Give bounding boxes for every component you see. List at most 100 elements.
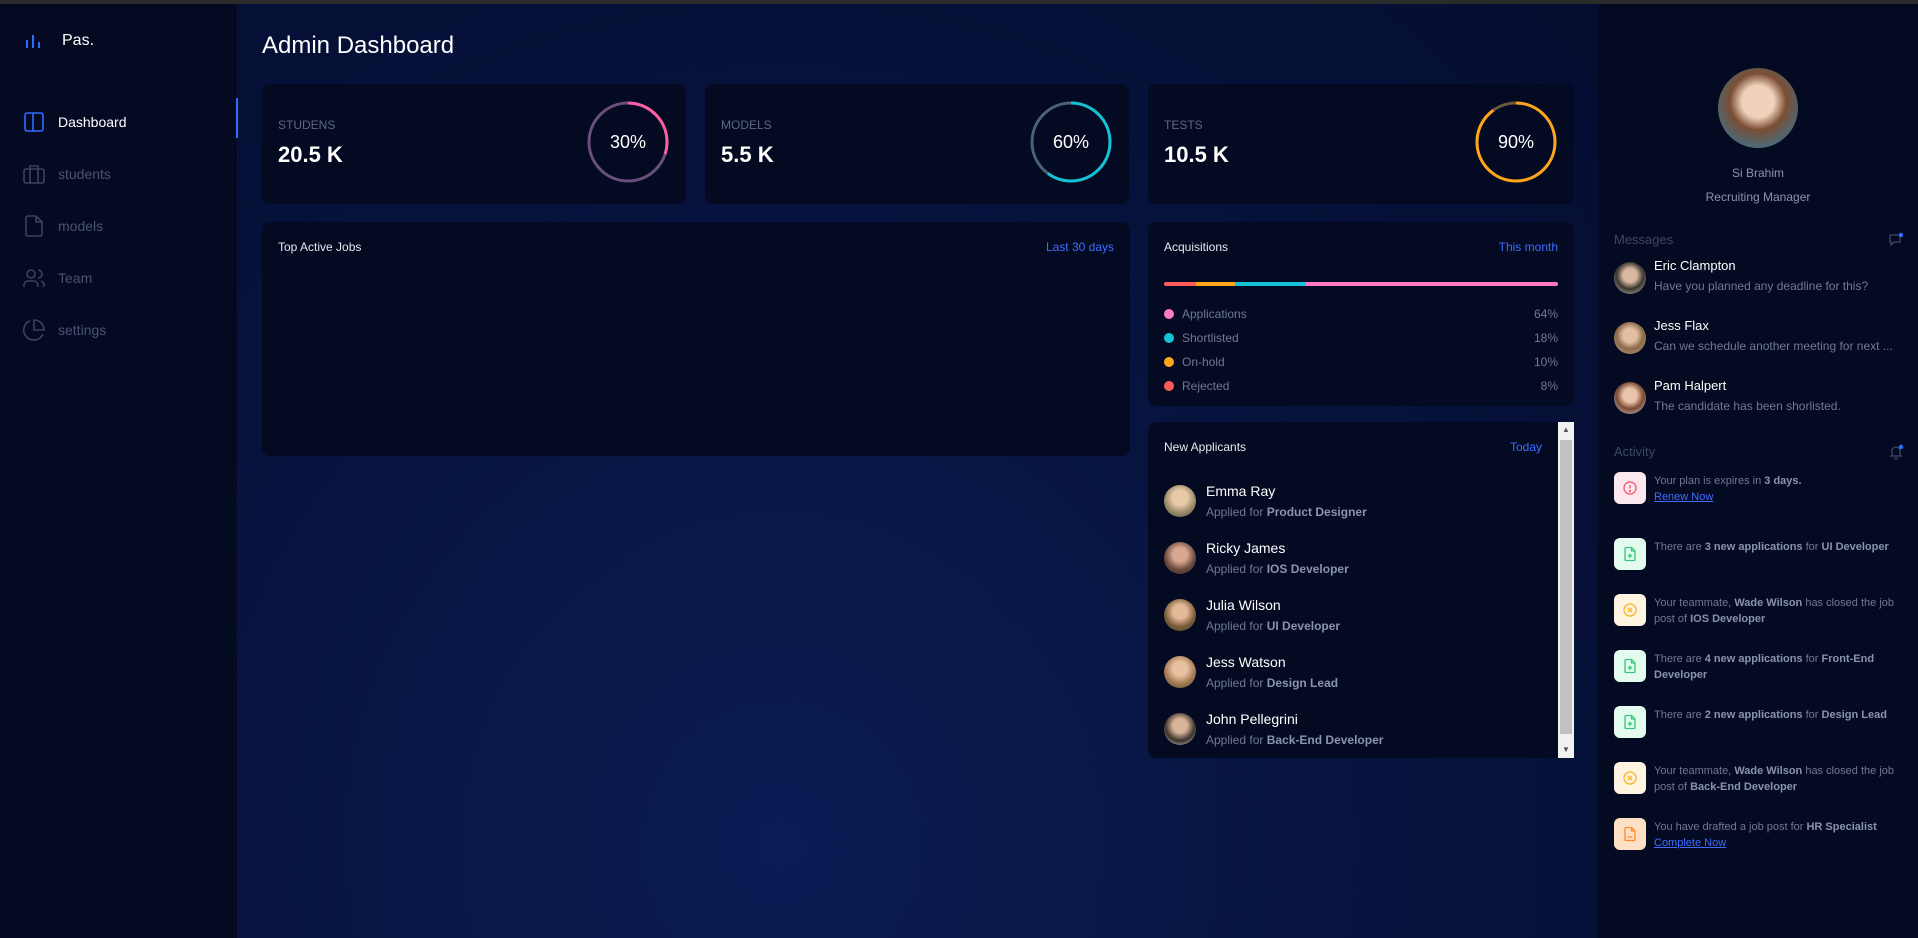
card-title: Acquisitions [1164,240,1229,254]
scroll-down-arrow-icon[interactable]: ▼ [1558,742,1574,758]
right-panel: Si Brahim Recruiting Manager Messages Er… [1598,4,1918,938]
close-circle-icon [1614,594,1646,626]
activity-text: There are 3 new applications for UI Deve… [1654,541,1889,553]
activity-text: There are 4 new applications for Front-E… [1654,653,1875,681]
users-icon [23,269,45,287]
avatar [1164,541,1196,574]
message-item[interactable]: Eric Clampton Have you planned any deadl… [1614,258,1904,294]
file-icon [25,215,43,237]
sidebar-item-settings[interactable]: settings [0,304,238,356]
legend-item: Applications 64% [1164,302,1558,326]
applicant-name: Emma Ray [1206,482,1276,499]
legend-item: On-hold 10% [1164,350,1558,374]
applicant-role: Applied for IOS Developer [1206,561,1349,576]
activity-text: Your teammate, Wade Wilson has closed th… [1654,597,1894,625]
sidebar-item-team[interactable]: Team [0,252,238,304]
list-item[interactable]: John Pellegrini Applied for Back-End Dev… [1164,700,1548,757]
legend-label: Rejected [1182,379,1230,393]
sidebar-item-models[interactable]: models [0,200,238,252]
messages-title: Messages [1614,232,1674,247]
stat-card-students: STUDENS 20.5 K 30% [262,84,686,204]
avatar [1614,322,1646,354]
applicant-role: Applied for UI Developer [1206,618,1341,633]
acquisition-segment [1195,282,1235,286]
list-item[interactable]: Emma Ray Applied for Product Designer [1164,472,1548,529]
period-filter-link[interactable]: This month [1499,240,1558,254]
list-item[interactable]: Ricky James Applied for IOS Developer [1164,529,1548,586]
progress-percent: 60% [1052,131,1090,152]
stat-card-tests: TESTS 10.5 K 90% [1148,84,1574,204]
stat-label: TESTS [1164,118,1203,132]
avatar [1164,712,1196,745]
file-plus-icon [1614,538,1646,570]
profile-name: Si Brahim [1731,166,1784,180]
sidebar-nav: Dashboard students models Team settings [0,96,238,356]
page-title: Admin Dashboard [262,32,455,59]
activity-item: There are 2 new applications for Design … [1614,706,1904,738]
stat-value: 10.5 K [1164,142,1229,167]
card-title: New Applicants [1164,440,1247,454]
acquisitions-legend: Applications 64% Shortlisted 18% On-hold… [1164,302,1558,398]
sidebar-item-dashboard[interactable]: Dashboard [0,96,238,148]
applicant-list: Emma Ray Applied for Product Designer Ri… [1164,472,1548,757]
avatar [1614,382,1646,414]
scroll-up-arrow-icon[interactable]: ▲ [1558,422,1574,438]
applicants-scrollbar[interactable]: ▲ ▼ [1558,422,1574,758]
renew-now-link[interactable]: Renew Now [1654,489,1802,505]
progress-percent: 30% [609,131,647,152]
legend-dot [1164,309,1174,319]
card-title: Top Active Jobs [278,240,362,254]
activity-item: Your teammate, Wade Wilson has closed th… [1614,594,1904,627]
message-item[interactable]: Jess Flax Can we schedule another meetin… [1614,318,1904,354]
activity-item: Your teammate, Wade Wilson has closed th… [1614,762,1904,795]
message-sender: Jess Flax [1654,318,1709,333]
activity-item: There are 3 new applications for UI Deve… [1614,538,1904,570]
acquisition-segment [1234,282,1306,286]
logo-text: Pas. [62,32,95,49]
stat-label: MODELS [721,118,772,132]
applicant-role: Applied for Product Designer [1206,504,1367,519]
applicant-name: Julia Wilson [1206,596,1281,613]
message-notification-icon[interactable] [1888,232,1904,248]
bell-icon[interactable] [1888,444,1904,460]
activity-text: Your plan is expires in 3 days. Renew No… [1654,475,1802,505]
applicant-name: John Pellegrini [1206,710,1298,727]
complete-now-link[interactable]: Complete Now [1654,835,1877,851]
list-item[interactable]: Jess Watson Applied for Design Lead [1164,643,1548,700]
legend-item: Rejected 8% [1164,374,1558,398]
close-circle-icon [1614,762,1646,794]
sidebar-item-label: models [58,218,104,234]
stat-card-models: MODELS 5.5 K 60% [705,84,1129,204]
file-plus-icon [1614,706,1646,738]
new-applicants-card: New Applicants Today Emma Ray Applied fo… [1148,422,1574,758]
message-item[interactable]: Pam Halpert The candidate has been shorl… [1614,378,1904,414]
sidebar-item-label: Team [58,270,93,286]
profile-role: Recruiting Manager [1705,190,1811,204]
activity-item: You have drafted a job post for HR Speci… [1614,818,1904,851]
legend-value: 10% [1533,355,1558,369]
legend-value: 8% [1540,379,1558,393]
file-edit-icon [1614,818,1646,850]
legend-value: 18% [1533,331,1558,345]
sidebar: Pas. Dashboard students models Team sett… [0,4,238,938]
avatar [1614,262,1646,294]
message-preview: Have you planned any deadline for this? [1654,279,1869,293]
message-preview: Can we schedule another meeting for next… [1654,339,1893,353]
scrollbar-thumb[interactable] [1560,440,1572,734]
sidebar-item-students[interactable]: students [0,148,238,200]
sidebar-item-label: settings [58,322,107,338]
activity-text: Your teammate, Wade Wilson has closed th… [1654,765,1894,793]
logo[interactable]: Pas. [24,32,94,50]
bar-chart-icon [26,35,40,48]
legend-label: On-hold [1182,355,1225,369]
progress-percent: 90% [1497,131,1535,152]
period-filter-link[interactable]: Today [1510,440,1542,454]
acquisition-segment [1164,282,1196,286]
avatar [1164,598,1196,631]
activity-text: There are 2 new applications for Design … [1654,709,1887,721]
message-sender: Pam Halpert [1654,378,1727,393]
layout-icon [24,112,44,132]
profile-avatar[interactable] [1718,68,1798,148]
period-filter-link[interactable]: Last 30 days [1046,240,1114,254]
list-item[interactable]: Julia Wilson Applied for UI Developer [1164,586,1548,643]
